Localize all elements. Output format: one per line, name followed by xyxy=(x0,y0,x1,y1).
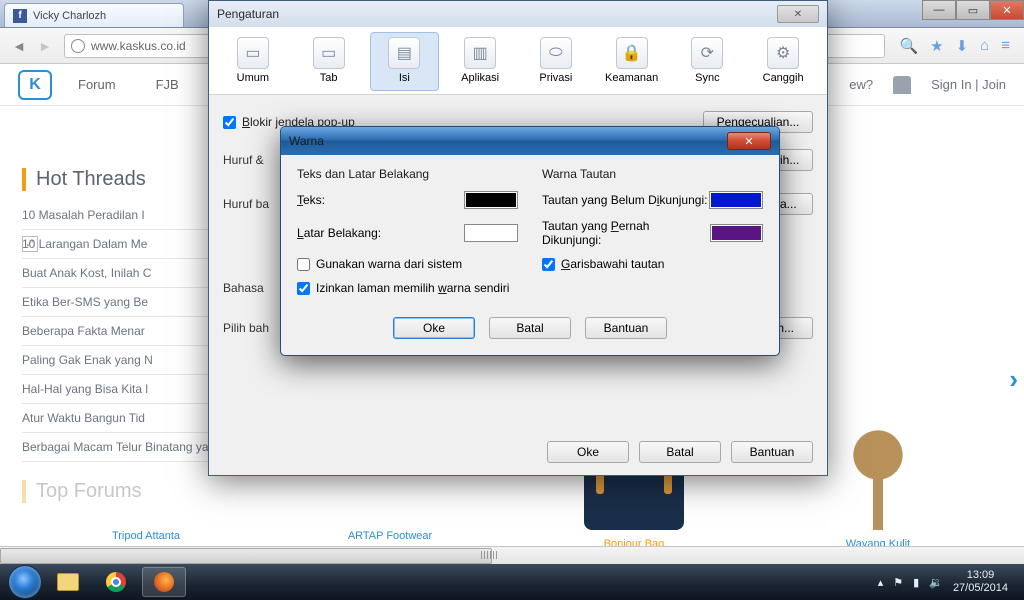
section-label: Pilih bah xyxy=(223,321,269,335)
colors-dialog-footer: Oke Batal Bantuan xyxy=(281,307,779,351)
browser-tab[interactable]: f Vicky Charlozh xyxy=(4,3,184,27)
menu-fjb[interactable]: FJB xyxy=(156,77,179,92)
settings-categories: ▭Umum ▭Tab ▤Isi ▥Aplikasi ⬭Privasi 🔒Keam… xyxy=(209,27,827,95)
latar-field: Latar Belakang: xyxy=(297,219,518,247)
allow-page-colors-checkbox[interactable]: Izinkan laman memilih warna sendiri xyxy=(297,281,763,295)
search-icon[interactable]: 🔍 xyxy=(899,37,918,55)
colors-dialog-body: Teks dan Latar Belakang Warna Tautan Tek… xyxy=(281,155,779,307)
teks-color-swatch[interactable] xyxy=(464,191,518,209)
underline-links-checkbox[interactable]: Garisbawahi tautan xyxy=(542,257,763,271)
minimize-button[interactable]: — xyxy=(922,0,956,20)
latar-label: Latar Belakang: xyxy=(297,226,381,240)
colors-dialog-close-icon[interactable]: ✕ xyxy=(727,132,771,150)
visited-label: Tautan yang Pernah Dikunjungi: xyxy=(542,219,710,247)
tray-chevron-icon[interactable]: ▴ xyxy=(878,576,884,589)
facebook-icon: f xyxy=(13,9,27,23)
system-tray: ▴ ⚑ ▮ 🔉 13:09 27/05/2014 xyxy=(878,569,1016,595)
tray-battery-icon[interactable]: ▮ xyxy=(913,576,919,589)
section-label: Huruf ba xyxy=(223,197,269,211)
forward-button[interactable]: ► xyxy=(32,33,58,59)
apps-icon: ▥ xyxy=(464,37,496,69)
colors-dialog-title: Warna xyxy=(289,134,324,148)
colors-cancel-button[interactable]: Batal xyxy=(489,317,571,339)
colors-ok-button[interactable]: Oke xyxy=(393,317,475,339)
unvisited-label: Tautan yang Belum Dikunjungi: xyxy=(542,193,707,207)
taskbar-clock[interactable]: 13:09 27/05/2014 xyxy=(953,569,1008,595)
section-label: Huruf & xyxy=(223,153,264,167)
settings-ok-button[interactable]: Oke xyxy=(547,441,629,463)
globe-icon xyxy=(71,39,85,53)
sync-icon: ⟳ xyxy=(691,37,723,69)
tray-flag-icon[interactable]: ⚑ xyxy=(893,576,903,589)
back-button[interactable]: ◄ xyxy=(6,33,32,59)
cat-tab[interactable]: ▭Tab xyxy=(295,33,363,90)
taskbar-firefox-icon[interactable] xyxy=(142,567,186,597)
maximize-button[interactable]: ▭ xyxy=(956,0,990,20)
nav-new-item[interactable]: ew? xyxy=(849,77,873,92)
colors-dialog-titlebar[interactable]: Warna ✕ xyxy=(281,127,779,155)
bookmark-star-icon[interactable]: ★ xyxy=(930,37,943,55)
settings-cancel-button[interactable]: Batal xyxy=(639,441,721,463)
unvisited-color-swatch[interactable] xyxy=(709,191,763,209)
menu-forum[interactable]: Forum xyxy=(78,77,116,92)
user-icon xyxy=(893,76,911,94)
visited-field: Tautan yang Pernah Dikunjungi: xyxy=(542,219,763,247)
url-text: www.kaskus.co.id xyxy=(91,39,186,53)
section-label: Bahasa xyxy=(223,281,264,295)
system-colors-checkbox[interactable]: Gunakan warna dari sistem xyxy=(297,257,518,271)
menu-icon[interactable]: ≡ xyxy=(1001,37,1010,55)
content-icon: ▤ xyxy=(388,37,420,69)
general-icon: ▭ xyxy=(237,37,269,69)
visited-color-swatch[interactable] xyxy=(710,224,763,242)
settings-dialog-titlebar[interactable]: Pengaturan ✕ xyxy=(209,1,827,27)
scrollbar-grip-icon xyxy=(481,551,499,559)
group-link-title: Warna Tautan xyxy=(542,167,763,181)
cat-aplikasi[interactable]: ▥Aplikasi xyxy=(446,33,514,90)
carousel-next-icon[interactable]: › xyxy=(1009,364,1018,395)
cat-keamanan[interactable]: 🔒Keamanan xyxy=(598,33,666,90)
signin-link[interactable]: Sign In | Join xyxy=(931,77,1006,92)
teks-field: Teks: xyxy=(297,191,518,209)
settings-dialog-close-icon[interactable]: ✕ xyxy=(777,5,819,23)
tray-volume-icon[interactable]: 🔉 xyxy=(929,576,943,589)
expand-icon[interactable]: ⤢ xyxy=(22,236,38,252)
close-button[interactable]: ✕ xyxy=(990,0,1024,20)
cat-isi[interactable]: ▤Isi xyxy=(371,33,439,90)
colors-dialog: Warna ✕ Teks dan Latar Belakang Warna Ta… xyxy=(280,126,780,356)
window-controls: — ▭ ✕ xyxy=(922,0,1024,20)
latar-color-swatch[interactable] xyxy=(464,224,518,242)
tab-title: Vicky Charlozh xyxy=(33,10,106,22)
settings-dialog-footer: Oke Batal Bantuan xyxy=(547,441,813,463)
cat-privasi[interactable]: ⬭Privasi xyxy=(522,33,590,90)
clock-date: 27/05/2014 xyxy=(953,582,1008,595)
colors-help-button[interactable]: Bantuan xyxy=(585,317,667,339)
cat-umum[interactable]: ▭Umum xyxy=(219,33,287,90)
settings-help-button[interactable]: Bantuan xyxy=(731,441,813,463)
start-orb[interactable] xyxy=(8,565,42,599)
navbar-icons: 🔍 ★ ⬇ ⌂ ≡ xyxy=(891,37,1018,55)
teks-label: Teks: xyxy=(297,193,325,207)
lock-icon: 🔒 xyxy=(616,37,648,69)
gear-icon: ⚙ xyxy=(767,37,799,69)
taskbar: ▴ ⚑ ▮ 🔉 13:09 27/05/2014 xyxy=(0,564,1024,600)
horizontal-scrollbar[interactable] xyxy=(0,546,1024,564)
group-text-title: Teks dan Latar Belakang xyxy=(297,167,518,181)
home-icon[interactable]: ⌂ xyxy=(980,37,989,55)
tab-icon: ▭ xyxy=(313,37,345,69)
kaskus-logo[interactable]: K xyxy=(18,70,52,100)
wayang-icon xyxy=(848,430,908,530)
cat-sync[interactable]: ⟳Sync xyxy=(674,33,742,90)
privacy-mask-icon: ⬭ xyxy=(540,37,572,69)
taskbar-chrome-icon[interactable] xyxy=(94,567,138,597)
clock-time: 13:09 xyxy=(953,569,1008,582)
taskbar-explorer-icon[interactable] xyxy=(46,567,90,597)
kaskus-menu: Forum FJB xyxy=(78,77,179,92)
unvisited-field: Tautan yang Belum Dikunjungi: xyxy=(542,191,763,209)
download-icon[interactable]: ⬇ xyxy=(956,37,969,55)
cat-canggih[interactable]: ⚙Canggih xyxy=(749,33,817,90)
kaskus-right: ew? Sign In | Join xyxy=(849,76,1006,94)
scrollbar-thumb[interactable] xyxy=(0,548,492,564)
settings-dialog-title: Pengaturan xyxy=(217,7,279,21)
